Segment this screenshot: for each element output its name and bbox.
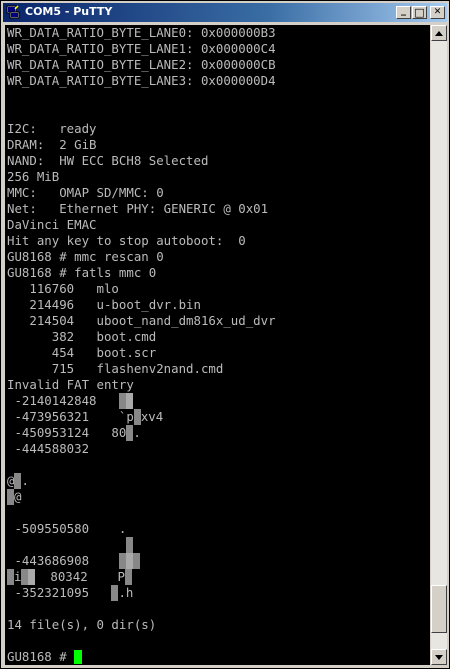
terminal-prompt: GU8168 # xyxy=(7,649,75,664)
terminal-line: i 80342 P xyxy=(7,569,276,585)
close-icon: ✕ xyxy=(433,7,442,17)
terminal-prompt-line[interactable]: GU8168 # xyxy=(7,649,276,665)
terminal-text: 80342 P xyxy=(35,569,125,584)
terminal-text: -352321095 xyxy=(7,585,90,600)
terminal-text: -450953124 80 xyxy=(7,425,127,440)
minimize-icon: _ xyxy=(401,4,406,16)
garbled-text: xv4 xyxy=(140,409,164,424)
terminal-line: @. xyxy=(7,473,276,489)
garbled-block xyxy=(7,489,14,505)
terminal-text: -473956321 `p xyxy=(7,409,134,424)
terminal-line: WR_DATA_RATIO_BYTE_LANE0: 0x000000B3 xyxy=(7,25,276,40)
terminal-line: NAND: HW ECC BCH8 Selected xyxy=(7,153,209,168)
terminal-line: GU8168 # fatls mmc 0 xyxy=(7,265,157,280)
terminal-line: WR_DATA_RATIO_BYTE_LANE1: 0x000000C4 xyxy=(7,41,276,56)
minimize-button[interactable]: _ xyxy=(396,4,411,19)
garbled-text: . xyxy=(21,473,29,488)
terminal-text: -443686908 xyxy=(7,553,90,568)
terminal-line: 715 flashenv2nand.cmd xyxy=(7,361,224,376)
putty-app-icon[interactable] xyxy=(6,5,20,19)
terminal-line: -444588032 xyxy=(7,441,90,456)
terminal-line: 214496 u-boot_dvr.bin xyxy=(7,297,201,312)
garbled-block xyxy=(21,569,29,585)
garbled-text: . xyxy=(133,425,141,440)
terminal-line: -473956321 `p xv4 xyxy=(7,409,276,425)
garbled-block xyxy=(118,393,126,409)
terminal-line: -443686908 xyxy=(7,553,276,569)
terminal-cursor xyxy=(74,650,83,664)
garbled-text: i xyxy=(14,569,22,584)
terminal-line: 256 MiB xyxy=(7,169,60,184)
garbled-text: @ xyxy=(14,489,22,504)
maximize-icon: □ xyxy=(414,6,425,19)
garbled-block xyxy=(125,569,132,585)
garbled-block xyxy=(7,569,14,585)
terminal-line xyxy=(7,537,276,553)
terminal-line: Net: Ethernet PHY: GENERIC @ 0x01 xyxy=(7,201,269,216)
garbled-block xyxy=(125,553,133,569)
terminal-line: -352321095 .h xyxy=(7,585,276,601)
scroll-down-button[interactable] xyxy=(431,649,447,665)
terminal-line: DaVinci EMAC xyxy=(7,217,97,232)
garbled-block xyxy=(132,553,140,569)
title-bar[interactable]: COM5 - PuTTY _ □ ✕ xyxy=(3,3,447,22)
terminal-line: @ xyxy=(7,489,276,505)
vertical-scrollbar[interactable] xyxy=(431,25,447,665)
garbled-text: .h xyxy=(118,585,134,600)
terminal-line: 454 boot.scr xyxy=(7,345,157,360)
terminal-line: -509550580 . xyxy=(7,521,127,536)
terminal-output: WR_DATA_RATIO_BYTE_LANE0: 0x000000B3 WR_… xyxy=(7,25,276,665)
terminal-line: 214504 uboot_nand_dm816x_ud_dvr xyxy=(7,313,276,328)
terminal-line: GU8168 # mmc rescan 0 xyxy=(7,249,164,264)
terminal-line: Hit any key to stop autoboot: 0 xyxy=(7,233,246,248)
scroll-up-button[interactable] xyxy=(431,25,447,41)
garbled-text: @ xyxy=(7,473,15,488)
putty-window: COM5 - PuTTY _ □ ✕ WR_DATA_RATIO_BYTE_LA… xyxy=(0,0,450,669)
terminal-line: 116760 mlo xyxy=(7,281,119,296)
garbled-block xyxy=(133,409,141,425)
terminal-line: WR_DATA_RATIO_BYTE_LANE3: 0x000000D4 xyxy=(7,73,276,88)
terminal-line: DRAM: 2 GiB xyxy=(7,137,97,152)
maximize-button[interactable]: □ xyxy=(412,6,427,19)
garbled-block xyxy=(125,393,133,409)
scroll-up-arrow-icon xyxy=(435,30,443,36)
terminal-line: WR_DATA_RATIO_BYTE_LANE2: 0x000000CB xyxy=(7,57,276,72)
terminal-line: MMC: OMAP SD/MMC: 0 xyxy=(7,185,164,200)
garbled-block xyxy=(126,537,134,553)
terminal-line: 382 boot.cmd xyxy=(7,329,157,344)
terminal-line: 14 file(s), 0 dir(s) xyxy=(7,617,157,632)
garbled-block xyxy=(118,553,126,569)
window-title: COM5 - PuTTY xyxy=(25,5,113,18)
terminal-screen[interactable]: WR_DATA_RATIO_BYTE_LANE0: 0x000000B3 WR_… xyxy=(5,25,430,665)
scrollbar-thumb[interactable] xyxy=(431,585,447,633)
terminal-line: Invalid FAT entry xyxy=(7,377,134,392)
close-button[interactable]: ✕ xyxy=(430,6,445,19)
terminal-line: -450953124 80. xyxy=(7,425,276,441)
scroll-down-arrow-icon xyxy=(435,654,443,660)
terminal-line: I2C: ready xyxy=(7,121,97,136)
terminal-line: -2140142848 xyxy=(7,393,276,409)
terminal-text: -2140142848 xyxy=(7,393,97,408)
